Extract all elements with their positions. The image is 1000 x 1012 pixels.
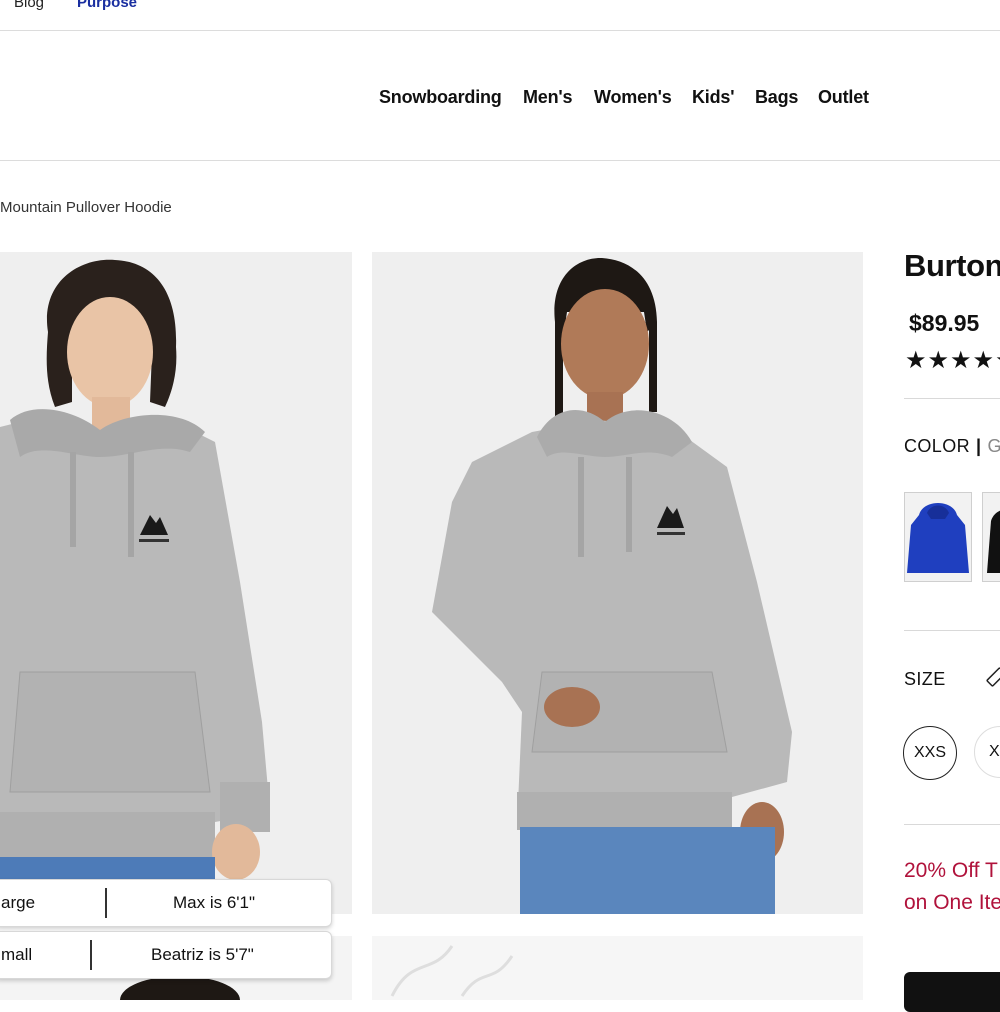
blue-hoodie-thumbnail xyxy=(905,493,971,581)
chip-separator xyxy=(105,888,107,918)
product-photo-male[interactable] xyxy=(0,252,352,914)
product-photo-female[interactable] xyxy=(372,252,863,914)
size-option-xs[interactable]: X xyxy=(974,726,1000,778)
nav-snowboarding[interactable]: Snowboarding xyxy=(379,87,502,108)
chip-separator xyxy=(90,940,92,970)
star-rating[interactable]: ★★★★★ xyxy=(905,346,1000,375)
model-size-text: mall xyxy=(1,945,33,964)
utility-bar: Blog Purpose xyxy=(0,0,1000,31)
nav-mens[interactable]: Men's xyxy=(523,87,572,108)
male-model-image xyxy=(0,252,352,914)
color-value: G xyxy=(987,436,1000,456)
size-label: SIZE xyxy=(904,669,946,689)
photo-4-image xyxy=(372,936,863,1000)
breadcrumb[interactable]: Mountain Pullover Hoodie xyxy=(0,199,172,216)
promo-line-2: on One Ite xyxy=(904,891,1000,914)
purpose-link[interactable]: Purpose xyxy=(77,0,137,11)
product-photo-4[interactable] xyxy=(372,936,863,1000)
model-size-text: arge xyxy=(1,893,36,912)
color-swatch-blue[interactable] xyxy=(904,492,972,582)
ruler-icon[interactable] xyxy=(985,666,1000,688)
divider xyxy=(904,398,1000,399)
product-price: $89.95 xyxy=(909,310,980,336)
color-label: COLOR | G xyxy=(904,436,1000,457)
nav-bags[interactable]: Bags xyxy=(755,87,798,108)
female-model-image xyxy=(372,252,863,914)
product-title: Burton xyxy=(904,248,1000,283)
divider xyxy=(904,630,1000,631)
nav-outlet[interactable]: Outlet xyxy=(818,87,869,108)
ruler-icon-svg xyxy=(986,667,1000,687)
nav-kids[interactable]: Kids' xyxy=(692,87,734,108)
nav-womens[interactable]: Women's xyxy=(594,87,672,108)
promo-message[interactable]: 20% Off T on One Ite xyxy=(904,855,1000,919)
size-option-xxs[interactable]: XXS xyxy=(903,726,957,780)
model-height-text: Max is 6'1" xyxy=(173,893,256,912)
black-hoodie-thumbnail xyxy=(983,493,1000,581)
add-to-cart-button[interactable] xyxy=(904,972,1000,1012)
divider xyxy=(904,824,1000,825)
model-height-text: Beatriz is 5'7" xyxy=(151,945,254,964)
model-info-chip: arge Max is 6'1" xyxy=(0,879,332,927)
main-navigation: Snowboarding Men's Women's Kids' Bags Ou… xyxy=(0,31,1000,161)
model-info-chip: mall Beatriz is 5'7" xyxy=(0,931,332,979)
color-label-text: COLOR xyxy=(904,436,971,456)
blog-link[interactable]: Blog xyxy=(14,0,44,11)
promo-line-1: 20% Off T xyxy=(904,859,998,882)
color-separator: | xyxy=(976,436,982,456)
color-swatch-black[interactable] xyxy=(982,492,1000,582)
